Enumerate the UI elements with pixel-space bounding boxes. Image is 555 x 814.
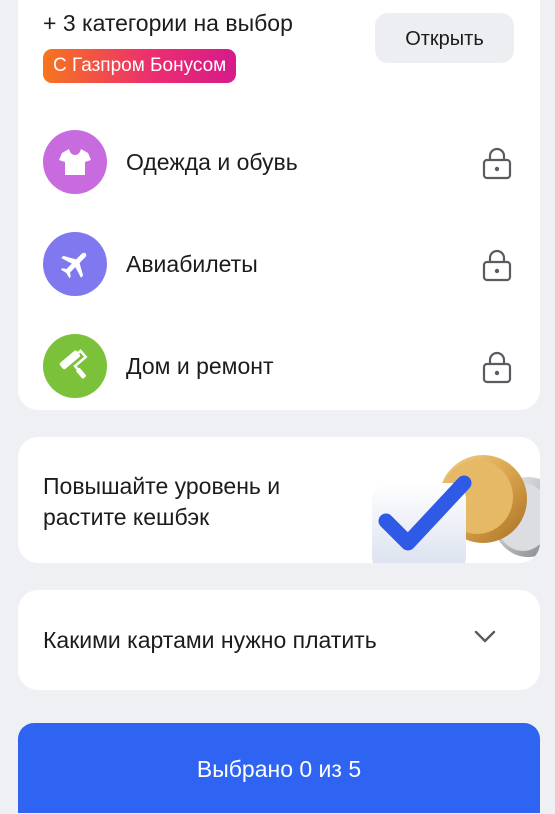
category-label: Авиабилеты <box>126 251 258 277</box>
category-label: Одежда и обувь <box>126 149 298 175</box>
category-item-clothes[interactable]: Одежда и обувь <box>43 130 523 194</box>
category-item-flights[interactable]: Авиабилеты <box>43 232 523 296</box>
open-button[interactable]: Открыть <box>375 13 514 63</box>
category-item-home[interactable]: Дом и ремонт <box>43 334 523 398</box>
chevron-down-icon[interactable] <box>474 630 496 644</box>
level-up-card[interactable]: Повышайте уровень и растите кешбэк <box>18 437 540 563</box>
lock-icon <box>482 147 512 180</box>
airplane-icon <box>60 252 87 279</box>
gazprom-bonus-badge: С Газпром Бонусом <box>43 49 237 83</box>
selected-count-button[interactable]: Выбрано 0 из 5 <box>18 723 540 813</box>
paint-roller-icon <box>59 349 88 379</box>
category-icon-circle <box>43 130 107 194</box>
lock-icon <box>482 351 512 384</box>
category-icon-circle <box>43 232 107 296</box>
extra-categories-card: + 3 категории на выбор С Газпром Бонусом… <box>18 0 540 410</box>
category-icon-circle <box>43 334 107 398</box>
payment-cards-label: Какими картами нужно платить <box>43 627 377 653</box>
payment-cards-accordion[interactable]: Какими картами нужно платить <box>18 590 540 690</box>
tshirt-icon <box>59 149 91 175</box>
checkmark-coins-illustration <box>372 455 540 563</box>
category-label: Дом и ремонт <box>126 353 274 379</box>
extra-categories-title: + 3 категории на выбор <box>43 10 293 36</box>
level-up-text: Повышайте уровень и растите кешбэк <box>43 473 281 530</box>
lock-icon <box>482 249 512 282</box>
